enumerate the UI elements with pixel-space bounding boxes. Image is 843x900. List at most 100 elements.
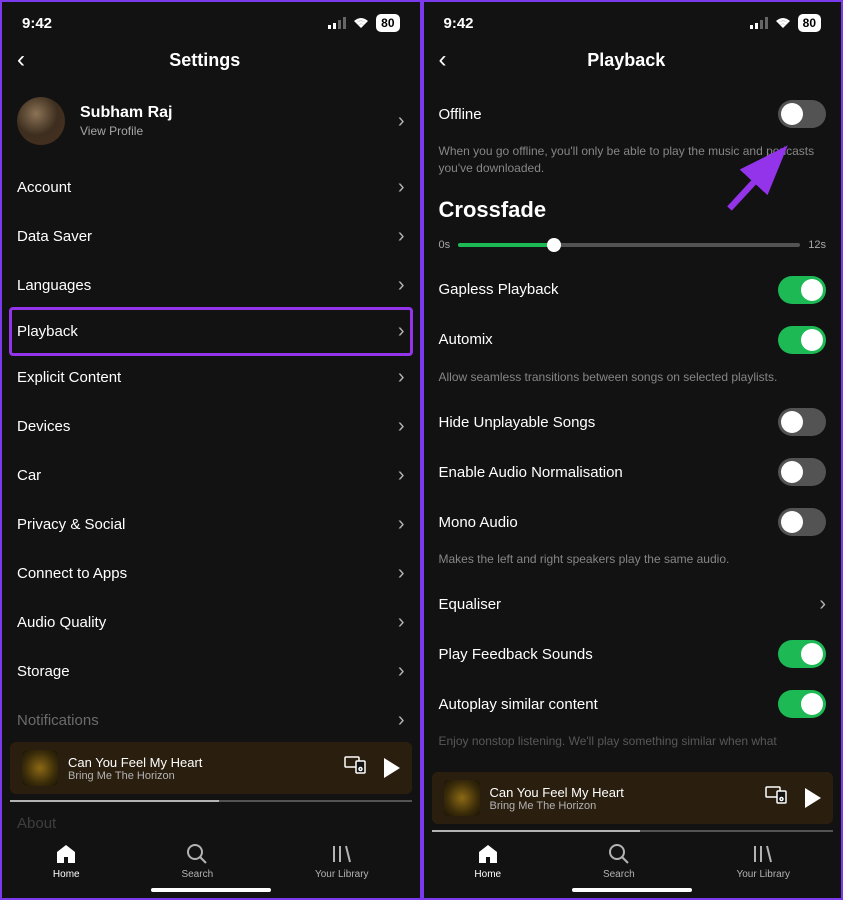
chevron-right-icon: › [398, 709, 405, 732]
toggle-label: Mono Audio [439, 514, 518, 531]
search-icon [608, 842, 630, 866]
home-icon [55, 842, 77, 866]
avatar [17, 97, 65, 145]
back-button[interactable]: ‹ [17, 46, 25, 74]
phone-left: 9:42 80 ‹ Settings Subham Raj View Profi… [2, 2, 420, 898]
connect-device-icon[interactable] [765, 786, 787, 810]
menu-label: Privacy & Social [17, 516, 125, 533]
tab-library[interactable]: Your Library [315, 842, 369, 880]
menu-item-storage[interactable]: Storage › [17, 647, 405, 696]
toggle-label: Play Feedback Sounds [439, 646, 593, 663]
play-feedback-sounds-toggle[interactable] [778, 640, 826, 668]
signal-icon [328, 17, 346, 29]
menu-item-car[interactable]: Car › [17, 451, 405, 500]
chevron-right-icon: › [398, 225, 405, 248]
home-indicator[interactable] [572, 888, 692, 892]
gapless-playback-toggle[interactable] [778, 276, 826, 304]
tab-bar: Home Search Your Library [2, 832, 420, 882]
chevron-right-icon: › [398, 660, 405, 683]
play-button[interactable] [805, 788, 821, 808]
menu-label: Connect to Apps [17, 565, 127, 582]
menu-item-account[interactable]: Account› [17, 163, 405, 212]
slider-max-label: 12s [808, 239, 826, 251]
home-icon [477, 842, 499, 866]
chevron-right-icon: › [819, 593, 826, 616]
chevron-right-icon: › [398, 274, 405, 297]
chevron-right-icon: › [398, 415, 405, 438]
offline-toggle[interactable] [778, 100, 826, 128]
now-playing-bar[interactable]: Can You Feel My Heart Bring Me The Horiz… [10, 742, 412, 794]
menu-label: Playback [17, 323, 78, 340]
toggle-label: Gapless Playback [439, 281, 559, 298]
mono-audio-toggle[interactable] [778, 508, 826, 536]
menu-label: Car [17, 467, 41, 484]
home-indicator[interactable] [151, 888, 271, 892]
enable-audio-normalisation-row: Enable Audio Normalisation [439, 447, 827, 497]
now-playing-bar[interactable]: Can You Feel My Heart Bring Me The Horiz… [432, 772, 834, 824]
toggle-label: Enable Audio Normalisation [439, 464, 623, 481]
status-icons: 80 [750, 14, 821, 32]
bottom-overlay: Can You Feel My Heart Bring Me The Horiz… [2, 742, 420, 898]
wifi-icon [774, 17, 792, 29]
menu-item-explicit-content[interactable]: Explicit Content› [17, 353, 405, 402]
profile-name: Subham Raj [80, 104, 398, 122]
chevron-right-icon: › [398, 110, 405, 133]
menu-label: Languages [17, 277, 91, 294]
tab-library[interactable]: Your Library [736, 842, 790, 880]
menu-item-about-partial: About [2, 802, 420, 832]
help-text: Allow seamless transitions between songs… [439, 365, 827, 398]
menu-label: Explicit Content [17, 369, 121, 386]
tab-search[interactable]: Search [603, 842, 635, 880]
tab-bar: Home Search Your Library [424, 832, 842, 882]
autoplay-similar-content-toggle[interactable] [778, 690, 826, 718]
crossfade-slider-row: 0s 12s [439, 235, 827, 265]
now-playing-artist: Bring Me The Horizon [68, 770, 334, 782]
phone-right: 9:42 80 ‹ Playback Offline When you go o… [424, 2, 842, 898]
crossfade-slider[interactable] [458, 243, 800, 247]
connect-device-icon[interactable] [344, 756, 366, 780]
menu-item-privacy-social[interactable]: Privacy & Social › [17, 500, 405, 549]
slider-min-label: 0s [439, 239, 451, 251]
menu-item-notifications[interactable]: Notifications › [17, 696, 405, 745]
now-playing-artist: Bring Me The Horizon [490, 800, 756, 812]
menu-item-data-saver[interactable]: Data Saver › [17, 212, 405, 261]
playback-progress[interactable] [432, 830, 834, 832]
status-bar: 9:42 80 [2, 2, 420, 38]
menu-item-playback[interactable]: Playback› [9, 307, 413, 356]
header: ‹ Playback [424, 38, 842, 89]
play-feedback-sounds-row: Play Feedback Sounds [439, 629, 827, 679]
tab-search[interactable]: Search [181, 842, 213, 880]
menu-item-devices[interactable]: Devices› [17, 402, 405, 451]
enable-audio-normalisation-toggle[interactable] [778, 458, 826, 486]
now-playing-title: Can You Feel My Heart [490, 785, 756, 800]
hide-unplayable-songs-row: Hide Unplayable Songs [439, 397, 827, 447]
chevron-right-icon: › [398, 562, 405, 585]
toggle-label: Hide Unplayable Songs [439, 414, 596, 431]
hide-unplayable-songs-toggle[interactable] [778, 408, 826, 436]
offline-label: Offline [439, 106, 482, 123]
profile-row[interactable]: Subham Raj View Profile › [17, 89, 405, 163]
menu-label: Storage [17, 663, 70, 680]
chevron-right-icon: › [398, 513, 405, 536]
equaliser-row[interactable]: Equaliser › [439, 580, 827, 629]
menu-label: Audio Quality [17, 614, 106, 631]
library-icon [331, 842, 353, 866]
chevron-right-icon: › [398, 611, 405, 634]
mono-audio-row: Mono Audio [439, 497, 827, 547]
automix-toggle[interactable] [778, 326, 826, 354]
wifi-icon [352, 17, 370, 29]
chevron-right-icon: › [398, 176, 405, 199]
menu-item-languages[interactable]: Languages › [17, 261, 405, 310]
chevron-right-icon: › [398, 464, 405, 487]
menu-label: Notifications [17, 712, 99, 729]
album-art [444, 780, 480, 816]
play-button[interactable] [384, 758, 400, 778]
battery-icon: 80 [376, 14, 399, 32]
menu-item-audio-quality[interactable]: Audio Quality › [17, 598, 405, 647]
tab-home[interactable]: Home [474, 842, 501, 880]
back-button[interactable]: ‹ [439, 46, 447, 74]
menu-label: Data Saver [17, 228, 92, 245]
equaliser-label: Equaliser [439, 596, 502, 613]
menu-item-connect-to-apps[interactable]: Connect to Apps › [17, 549, 405, 598]
tab-home[interactable]: Home [53, 842, 80, 880]
